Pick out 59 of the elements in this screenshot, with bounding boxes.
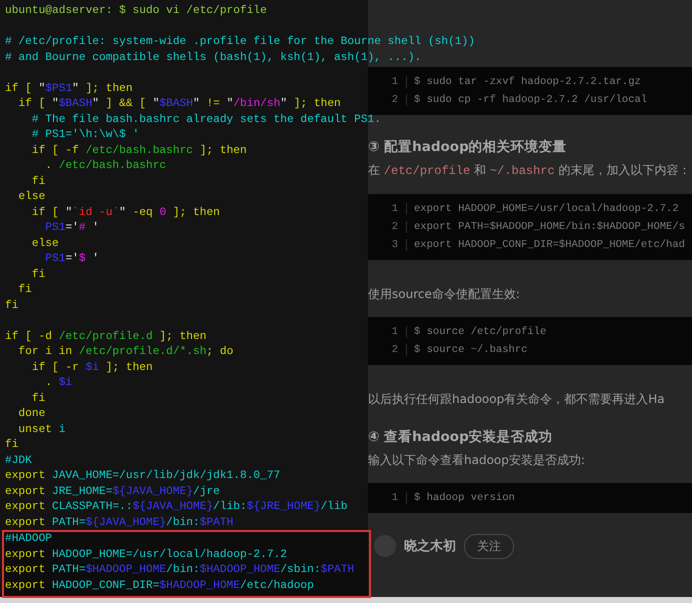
terminal-line: if [ -d /etc/profile.d ]; then [5, 330, 206, 344]
terminal-line: fi [30, 174, 46, 190]
terminal-line: fi [30, 392, 46, 406]
terminal-line: export HADOOP_HOME=/usr/local/hadoop-2.7.2 [5, 548, 287, 562]
code-line: $ sudo cp -rf hadoop-2.7.2 /usr/local [413, 94, 648, 106]
paragraph: 输入以下命令查看hadoop安装是否成功: [368, 452, 586, 469]
paragraph: 使用source命令使配置生效: [368, 286, 521, 303]
code-line: $ sudo tar -zxvf hadoop-2.7.2.tar.gz [413, 76, 641, 88]
terminal-line: if [ "$PS1" ]; then [5, 82, 133, 96]
line-number: 1 [368, 76, 407, 88]
line-number: 2 [368, 94, 407, 106]
terminal-line: export PATH=${JAVA_HOME}/bin:$PATH [5, 516, 234, 530]
terminal-line: ubuntu@adserver: $ sudo vi /etc/profile [5, 4, 267, 19]
terminal-line: export PATH=$HADOOP_HOME/bin:$HADOOP_HOME/sbin:$PATH [5, 563, 354, 578]
terminal-line: #JDK [5, 454, 32, 468]
terminal-line: fi [5, 438, 18, 453]
code-line: export PATH=$HADOOP_HOME/bin:$HADOOP_HOME/s [413, 221, 685, 233]
terminal-line: export CLASSPATH=.:${JAVA_HOME}/lib:${JRE_HOME}/lib [5, 500, 348, 515]
line-number: 1 [368, 492, 407, 504]
terminal-line: else [17, 190, 46, 205]
line-number: 2 [368, 221, 407, 233]
terminal-line: PS1='$ ' [44, 252, 100, 267]
line-number: 2 [368, 344, 407, 356]
terminal-line: # The file bash.bashrc already sets the default PS1. [30, 112, 381, 128]
terminal-line: if [ "`id -u`" -eq 0 ]; then [30, 206, 220, 220]
section-heading: ④ 查看hadoop安装是否成功 [368, 428, 554, 447]
terminal-line: if [ -r $i ]; then [30, 360, 153, 376]
terminal-line: fi [5, 298, 18, 314]
code-line: export HADOOP_HOME=/usr/local/hadoop-2.7.2 [413, 203, 679, 215]
terminal-line: if [ -f /etc/bash.bashrc ]; then [30, 144, 247, 158]
line-number: 3 [368, 239, 407, 251]
terminal-line: unset i [17, 422, 66, 438]
terminal-line: export JAVA_HOME=/usr/lib/jdk/jdk1.8.0_77 [5, 469, 280, 484]
terminal-line: for i in /etc/profile.d/*.sh; do [17, 345, 234, 360]
follow-button[interactable]: 关注 [464, 534, 514, 558]
terminal-line: . $i [44, 376, 72, 391]
terminal-line: PS1='# ' [44, 221, 100, 236]
terminal-line: #HADOOP [5, 532, 52, 547]
terminal-line: export JRE_HOME=${JAVA_HOME}/jre [5, 484, 220, 500]
line-number: 1 [368, 203, 407, 215]
paragraph: 以后执行任何跟hadooop有关命令，都不需要再进入Ha [368, 391, 666, 408]
terminal-line: # /etc/profile: system-wide .profile file for the Bourne shell (sh(1)) [5, 34, 475, 50]
terminal-line: fi [30, 268, 46, 282]
author-name: 晓之木初 [404, 538, 456, 555]
code-line: $ hadoop version [413, 492, 515, 504]
code-line: export HADOOP_CONF_DIR=$HADOOP_HOME/etc/had [413, 239, 685, 251]
code-line: $ source /etc/profile [413, 326, 546, 338]
terminal-line: else [30, 236, 59, 252]
line-number: 1 [368, 326, 407, 338]
terminal-line: # and Bourne compatible shells (bash(1), ksh(1), ash(1), ...). [5, 50, 422, 66]
terminal-line: . /etc/bash.bashrc [44, 159, 166, 174]
terminal-line: done [17, 407, 46, 422]
code-line: $ source ~/.bashrc [413, 344, 528, 356]
section-heading: ③ 配置hadoop的相关环境变量 [368, 138, 568, 157]
terminal-line: export HADOOP_CONF_DIR=$HADOOP_HOME/etc/hadoop [5, 578, 314, 594]
terminal-line: fi [17, 283, 32, 298]
terminal-line: if [ "$BASH" ] && [ "$BASH" != "/bin/sh" ]; then [17, 97, 341, 112]
terminal-line: # PS1='\h:\w\$ ' [30, 128, 140, 143]
paragraph: 在 /etc/profile 和 ~/.bashrc 的末尾，加入以下内容： [368, 162, 692, 180]
